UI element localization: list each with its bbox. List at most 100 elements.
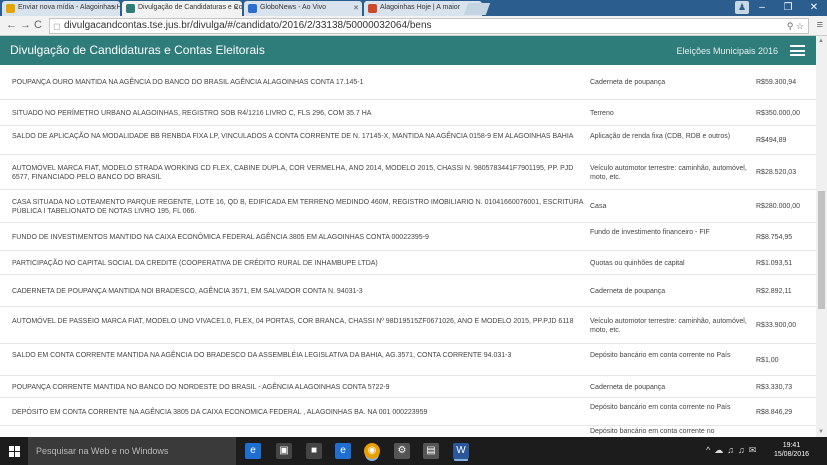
reload-icon[interactable]: C	[34, 19, 42, 31]
asset-value: R$1,00	[756, 357, 779, 364]
taskbar-search-box[interactable]: Pesquisar na Web e no Windows	[28, 437, 236, 465]
asset-value: R$28.520,03	[756, 169, 797, 176]
asset-description: SALDO EM CONTA CORRENTE MANTIDA NA AGÊNC…	[12, 352, 512, 359]
asset-type: Depósito bancário em conta corrente no P…	[590, 352, 731, 359]
favicon-icon	[126, 4, 135, 13]
asset-type: Aplicação de renda fixa (CDB, RDB e outr…	[590, 133, 731, 140]
close-tab-icon[interactable]: ✕	[353, 4, 359, 12]
asset-description: CADERNETA DE POUPANÇA MANTIDA NOI BRADES…	[12, 288, 363, 295]
chrome-icon[interactable]: ◉	[364, 443, 380, 459]
asset-type: Caderneta de poupança	[590, 384, 666, 391]
task-view-icon[interactable]: e	[245, 443, 261, 459]
asset-description: CASA SITUADA NO LOTEAMENTO PARQUE REGENT…	[12, 199, 584, 215]
tab-label: Divulgação de Candidaturas e Contas	[138, 4, 242, 11]
asset-row: SITUADO NO PERÍMETRO URBANO ALAGOINHAS, …	[0, 100, 816, 126]
asset-type: Caderneta de poupança	[590, 79, 666, 86]
tab-label: GloboNews - Ao Vivo	[260, 4, 327, 11]
favicon-icon	[248, 4, 257, 13]
internet-explorer-icon[interactable]: e	[335, 443, 351, 459]
asset-description: SALDO DE APLICAÇÃO NA MODALIDADE BB RENB…	[12, 133, 574, 140]
close-tab-icon[interactable]: ✕	[233, 4, 239, 12]
favicon-icon	[368, 4, 377, 13]
tab-label: Alagoinhas Hoje | A maior	[380, 4, 461, 11]
asset-value: R$2.892,11	[756, 288, 792, 295]
app-header: Divulgação de Candidaturas e Contas Elei…	[0, 36, 816, 65]
asset-row: FUNDO DE INVESTIMENTOS MANTIDO NA CAIXA …	[0, 223, 816, 251]
system-tray-icons[interactable]: ^☁♫♫✉	[706, 445, 760, 456]
asset-value: R$8.846,29	[756, 409, 793, 416]
asset-type: Fundo de investimento financeiro - FIF	[590, 229, 710, 236]
word-icon[interactable]: W	[453, 443, 469, 459]
asset-type: Depósito bancário em conta corrente no P…	[590, 404, 731, 411]
asset-row: CASA SITUADA NO LOTEAMENTO PARQUE REGENT…	[0, 190, 816, 223]
page-title: Divulgação de Candidaturas e Contas Elei…	[10, 43, 265, 57]
asset-row: AUTOMÓVEL MARCA FIAT, MODELO STRADA WORK…	[0, 155, 816, 190]
asset-value: R$494,89	[756, 137, 787, 144]
store-icon[interactable]: ▣	[276, 443, 292, 459]
asset-description: AUTOMÓVEL DE PASSEIO MARCA FIAT, MODELO …	[12, 318, 574, 325]
election-label[interactable]: Eleições Municipais 2016	[676, 46, 778, 56]
browser-tab[interactable]: Divulgação de Candidaturas e Contas✕	[122, 1, 242, 16]
windows-start-icon[interactable]	[9, 446, 20, 457]
asset-row: SALDO DE APLICAÇÃO NA MODALIDADE BB RENB…	[0, 126, 816, 155]
zoom-star-icons[interactable]: ⚲ ☆	[787, 19, 804, 33]
asset-value: R$8.754,95	[756, 234, 793, 241]
back-icon[interactable]: ←	[6, 19, 17, 31]
asset-row: AUTOMÓVEL DE PASSEIO MARCA FIAT, MODELO …	[0, 307, 816, 344]
scrollbar[interactable]: ▲ ▼	[816, 36, 827, 437]
asset-value: R$1.093,51	[756, 260, 793, 267]
asset-type: Veículo automotor terrestre: caminhão, a…	[590, 318, 747, 334]
asset-description: AUTOMÓVEL MARCA FIAT, MODELO STRADA WORK…	[12, 165, 574, 181]
new-tab-button[interactable]	[463, 3, 491, 15]
app-icon[interactable]: ⚙	[394, 443, 410, 459]
scroll-down-icon[interactable]: ▼	[818, 429, 824, 435]
asset-row: DEPÓSITO EM CONTA CORRENTE NA AGÊNCIA 38…	[0, 398, 816, 426]
asset-row: CADERNETA DE POUPANÇA MANTIDA NOI BRADES…	[0, 275, 816, 307]
asset-row: PARTICIPAÇÃO NO CAPITAL SOCIAL DA CREDIT…	[0, 251, 816, 275]
asset-description: FUNDO DE INVESTIMENTOS MANTIDO NA CAIXA …	[12, 234, 429, 241]
asset-row: POUPANÇA CORRENTE MANTIDA NO BANCO DO NO…	[0, 376, 816, 398]
file-explorer-icon[interactable]: ■	[306, 443, 322, 459]
assets-list: POUPANÇA OURO MANTIDA NA AGÊNCIA DO BANC…	[0, 65, 816, 437]
scroll-up-icon[interactable]: ▲	[818, 38, 824, 44]
asset-type: Veículo automotor terrestre: caminhão, a…	[590, 165, 747, 181]
address-bar[interactable]: ◻ divulgacandcontas.tse.jus.br/divulga/#…	[49, 18, 809, 34]
asset-description: POUPANÇA CORRENTE MANTIDA NO BANCO DO NO…	[12, 384, 390, 391]
scrollbar-thumb[interactable]	[818, 191, 825, 309]
asset-type: Quotas ou quinhões de capital	[590, 260, 685, 267]
browser-tab-bar: Enviar nova mídia - Alagoinhas Hoje ✕ Divu…	[0, 0, 827, 16]
app-window-icon[interactable]: ▤	[423, 443, 439, 459]
asset-value: R$33.900,00	[756, 322, 797, 329]
asset-type: Caderneta de poupança	[590, 288, 666, 295]
asset-value: R$3.330,73	[756, 384, 793, 391]
minimize-icon[interactable]: –	[749, 0, 775, 16]
forward-icon[interactable]: →	[20, 19, 31, 31]
asset-value: R$59.300,94	[756, 79, 797, 86]
hamburger-menu-icon[interactable]	[790, 45, 805, 56]
restore-icon[interactable]: ❐	[775, 0, 801, 16]
asset-value: R$280.000,00	[756, 203, 800, 210]
asset-row: SALDO EM CONTA CORRENTE MANTIDA NA AGÊNC…	[0, 344, 816, 376]
asset-description: DEPÓSITO EM CONTA CORRENTE NA AGÊNCIA 38…	[12, 409, 428, 416]
asset-description: PARTICIPAÇÃO NO CAPITAL SOCIAL DA CREDIT…	[12, 260, 378, 267]
browser-tab[interactable]: GloboNews - Ao Vivo ✕	[244, 1, 362, 16]
url-text: divulgacandcontas.tse.jus.br/divulga/#/c…	[64, 20, 432, 31]
windows-taskbar: Pesquisar na Web e no Windows e ▣ ■ e ◉ …	[0, 437, 827, 465]
asset-row: POUPANÇA OURO MANTIDA NA AGÊNCIA DO BANC…	[0, 65, 816, 100]
asset-type: Depósito bancário em conta corrente no	[590, 428, 715, 435]
asset-value: R$350.000,00	[756, 110, 800, 117]
tab-label: Enviar nova mídia - Alagoinhas Hoje	[18, 4, 120, 11]
browser-tab[interactable]: Enviar nova mídia - Alagoinhas Hoje ✕	[2, 1, 120, 16]
close-tab-icon[interactable]: ✕	[111, 4, 117, 12]
asset-row: Depósito bancário em conta corrente no	[0, 426, 816, 437]
asset-type: Terreno	[590, 110, 614, 117]
browser-menu-icon[interactable]: ≡	[817, 19, 823, 31]
asset-type: Casa	[590, 203, 607, 210]
close-window-icon[interactable]: ✕	[801, 0, 827, 16]
asset-description: SITUADO NO PERÍMETRO URBANO ALAGOINHAS, …	[12, 110, 372, 117]
person-icon[interactable]: ♟	[735, 1, 749, 14]
taskbar-clock[interactable]: 19:41 15/08/2016	[774, 441, 809, 459]
favicon-icon	[6, 4, 15, 13]
browser-toolbar: ← → C ◻ divulgacandcontas.tse.jus.br/div…	[0, 16, 827, 36]
page-icon: ◻	[53, 21, 61, 31]
